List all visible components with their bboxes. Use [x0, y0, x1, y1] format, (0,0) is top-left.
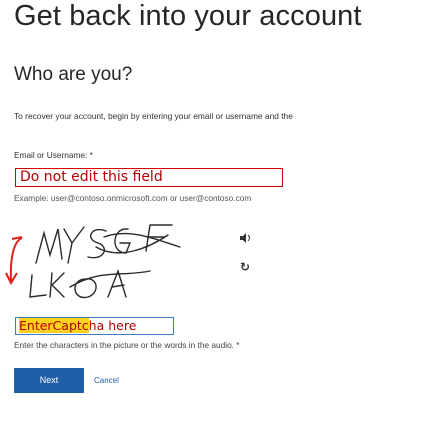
annotation-arrow — [5, 236, 23, 286]
page-subtitle: Who are you? — [14, 64, 133, 85]
captcha-hint: Enter the characters in the picture or t… — [14, 340, 240, 350]
speaker-icon[interactable] — [238, 232, 252, 246]
cancel-button[interactable]: Cancel — [94, 376, 119, 385]
page-title: Get back into your account — [14, 0, 362, 32]
email-label: Email or Username: * — [14, 150, 93, 160]
captcha-input[interactable]: EnterCaptcha here — [15, 317, 174, 335]
next-button[interactable]: Next — [14, 368, 84, 393]
email-field[interactable]: Do not edit this field — [15, 168, 283, 187]
captcha-input-text: ha here — [88, 318, 137, 333]
refresh-icon[interactable]: ↻ — [238, 260, 252, 274]
captcha-input-highlighted-text: EnterCaptc — [19, 318, 89, 333]
email-example: Example: user@contoso.onmicrosoft.com or… — [14, 193, 252, 203]
captcha-image — [0, 217, 230, 301]
page-description: To recover your account, begin by enteri… — [14, 111, 293, 121]
